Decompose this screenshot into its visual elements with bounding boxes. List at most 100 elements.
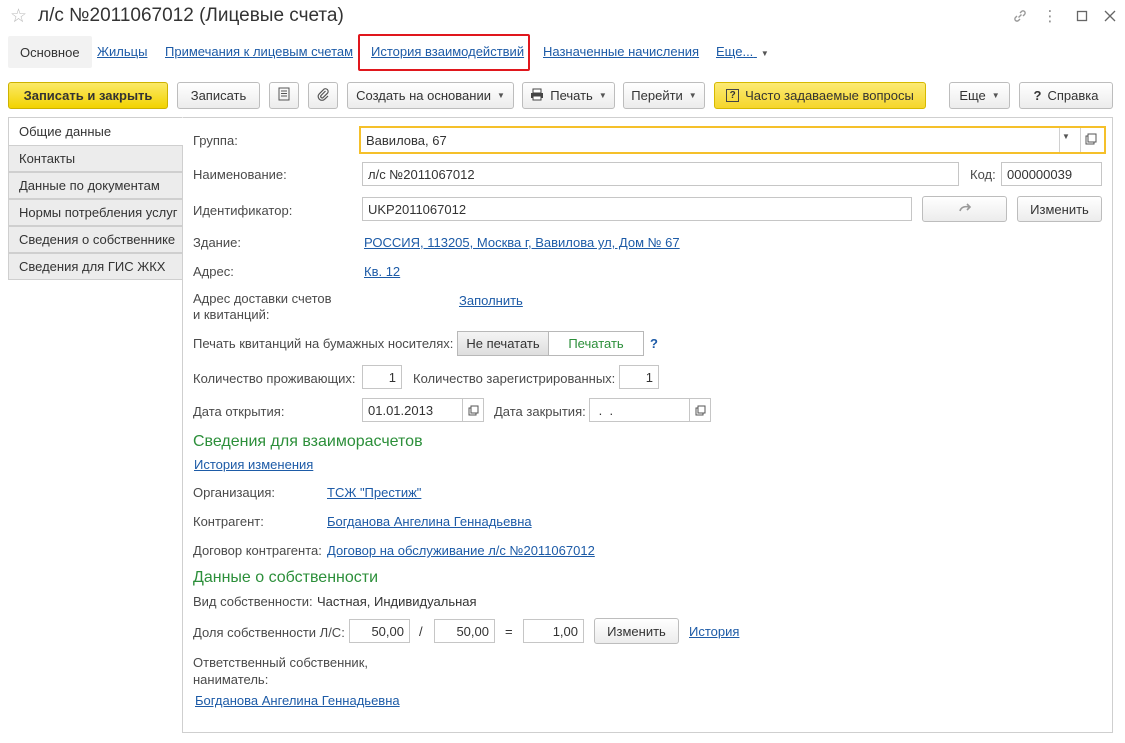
help-question-icon[interactable]: ? — [650, 336, 658, 351]
nav-tab-interaction-history[interactable]: История взаимодействий — [371, 44, 524, 59]
name-label: Наименование: — [193, 167, 287, 182]
building-link[interactable]: РОССИЯ, 113205, Москва г, Вавилова ул, Д… — [364, 235, 680, 250]
fill-link[interactable]: Заполнить — [459, 293, 523, 308]
building-label: Здание: — [193, 235, 241, 250]
contract-label: Договор контрагента: — [193, 543, 322, 558]
name-value: л/с №2011067012 — [368, 166, 475, 182]
group-label: Группа: — [193, 133, 238, 148]
side-tab-owner[interactable]: Сведения о собственнике — [8, 226, 183, 253]
report-list-button[interactable] — [269, 82, 299, 109]
maximize-icon[interactable] — [1072, 6, 1092, 26]
id-value: UKP2011067012 — [368, 201, 467, 217]
code-field[interactable]: 000000039 — [1001, 162, 1102, 186]
group-divider-2 — [1080, 128, 1081, 152]
nav-tab-more[interactable]: Еще... ▼ — [716, 44, 769, 59]
nav-tab-residents[interactable]: Жильцы — [97, 44, 147, 59]
favorite-star-icon[interactable]: ☆ — [10, 5, 27, 28]
more-label: Еще — [959, 88, 986, 103]
more-menu-icon[interactable]: ⋮ — [1040, 6, 1060, 26]
print-receipts-label: Печать квитанций на бумажных носителях: — [193, 336, 454, 351]
name-field[interactable]: л/с №2011067012 — [362, 162, 959, 186]
change-id-button[interactable]: Изменить — [1017, 196, 1102, 222]
generate-id-button[interactable] — [922, 196, 1007, 222]
close-icon[interactable] — [1100, 6, 1120, 26]
chevron-down-icon: ▼ — [760, 49, 769, 58]
nav-tab-notes[interactable]: Примечания к лицевым счетам — [165, 44, 353, 59]
save-close-button[interactable]: Записать и закрыть — [8, 82, 168, 109]
code-value: 000000039 — [1007, 166, 1073, 182]
print-label: Печать — [550, 88, 593, 103]
nav-tab-more-label: Еще... — [716, 44, 754, 59]
share-slash: / — [419, 624, 423, 639]
no-print-toggle[interactable]: Не печатать — [457, 331, 549, 356]
calendar-icon[interactable] — [462, 398, 484, 422]
create-based-button[interactable]: Создать на основании ▼ — [347, 82, 514, 109]
ownership-type-value: Частная, Индивидуальная — [317, 594, 477, 609]
residents-value: 1 — [388, 369, 396, 385]
side-tab-contacts[interactable]: Контакты — [8, 145, 183, 172]
history-changes-link[interactable]: История изменения — [194, 457, 313, 472]
share-numerator-value: 50,00 — [371, 623, 404, 639]
side-tab-general[interactable]: Общие данные — [8, 117, 183, 146]
create-based-label: Создать на основании — [356, 88, 491, 103]
side-tab-documents[interactable]: Данные по документам — [8, 172, 183, 199]
close-date-label: Дата закрытия: — [494, 404, 586, 419]
group-divider — [1059, 128, 1060, 152]
question-box-icon: ? — [726, 89, 740, 102]
link-icon[interactable] — [1010, 6, 1030, 26]
share-label: Доля собственности Л/С: — [193, 625, 345, 640]
open-date-field[interactable]: 01.01.2013 — [362, 398, 463, 422]
share-result-field: 1,00 — [523, 619, 584, 643]
side-tab-norms[interactable]: Нормы потребления услуг — [8, 199, 183, 226]
id-label: Идентификатор: — [193, 203, 293, 218]
id-field[interactable]: UKP2011067012 — [362, 197, 912, 221]
attachment-button[interactable] — [308, 82, 338, 109]
nav-tab-main[interactable]: Основное — [8, 36, 92, 68]
org-label: Организация: — [193, 485, 276, 500]
save-button[interactable]: Записать — [177, 82, 260, 109]
address-link[interactable]: Кв. 12 — [364, 264, 400, 279]
share-numerator-field[interactable]: 50,00 — [349, 619, 410, 643]
owner-link[interactable]: Богданова Ангелина Геннадьевна — [195, 693, 400, 708]
org-link[interactable]: ТСЖ "Престиж" — [327, 485, 421, 500]
delivery-label-line1: Адрес доставки счетов — [193, 291, 332, 306]
owner-label-line1: Ответственный собственник, — [193, 655, 368, 670]
code-label: Код: — [970, 167, 996, 182]
arrow-redo-icon — [958, 202, 972, 217]
close-date-value: . . — [595, 402, 614, 418]
help-question-icon: ? — [1033, 88, 1042, 103]
side-tab-gis[interactable]: Сведения для ГИС ЖКХ — [8, 253, 183, 280]
share-change-button[interactable]: Изменить — [594, 618, 679, 644]
share-denominator-field[interactable]: 50,00 — [434, 619, 495, 643]
faq-button[interactable]: ? Часто задаваемые вопросы — [714, 82, 926, 109]
close-date-field[interactable]: . . — [589, 398, 690, 422]
group-field[interactable]: Вавилова, 67 — [359, 126, 1106, 154]
residents-field[interactable]: 1 — [362, 365, 402, 389]
chevron-down-icon: ▼ — [991, 91, 1000, 100]
help-label: Справка — [1047, 88, 1099, 103]
contract-link[interactable]: Договор на обслуживание л/с №2011067012 — [327, 543, 595, 558]
chevron-down-icon: ▼ — [688, 91, 697, 100]
faq-label: Часто задаваемые вопросы — [745, 88, 914, 103]
print-button[interactable]: Печать ▼ — [522, 82, 615, 109]
registered-label: Количество зарегистрированных: — [413, 371, 616, 386]
open-date-value: 01.01.2013 — [368, 402, 434, 418]
goto-button[interactable]: Перейти ▼ — [623, 82, 705, 109]
printer-icon — [530, 88, 544, 104]
ownership-section-title: Данные о собственности — [193, 569, 379, 586]
share-history-link[interactable]: История — [689, 624, 739, 639]
paperclip-icon — [316, 87, 330, 104]
calendar-icon[interactable] — [689, 398, 711, 422]
chevron-down-icon: ▼ — [496, 91, 505, 100]
help-button[interactable]: ? Справка — [1019, 82, 1113, 109]
share-denominator-value: 50,00 — [456, 623, 489, 639]
owner-label-line2: наниматель: — [193, 672, 269, 687]
share-result-value: 1,00 — [552, 623, 578, 639]
counterparty-link[interactable]: Богданова Ангелина Геннадьевна — [327, 514, 532, 529]
more-button[interactable]: Еще ▼ — [949, 82, 1010, 109]
registered-field[interactable]: 1 — [619, 365, 659, 389]
group-dropdown-icon[interactable]: ▼ — [1062, 132, 1070, 141]
open-icon[interactable] — [1085, 133, 1097, 148]
nav-tab-assigned-charges[interactable]: Назначенные начисления — [543, 44, 699, 59]
do-print-toggle[interactable]: Печатать — [548, 331, 644, 356]
